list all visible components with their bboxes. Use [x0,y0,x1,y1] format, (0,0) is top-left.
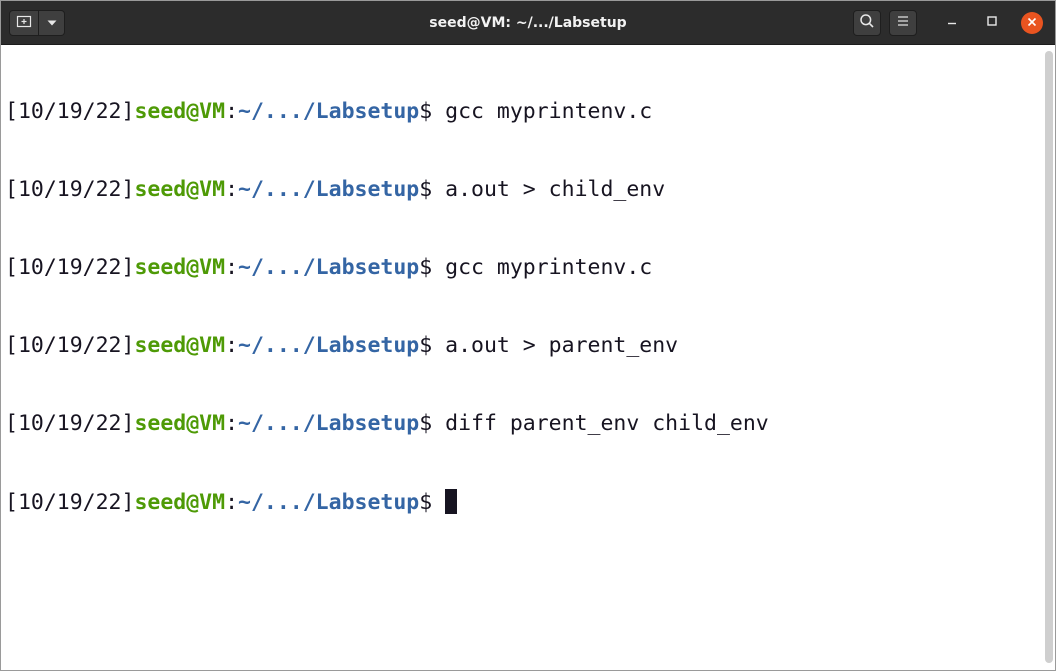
prompt-path: ~/.../Labsetup [238,99,420,124]
minimize-button[interactable] [939,10,965,36]
maximize-icon [986,14,998,32]
prompt-dollar: $ [419,255,433,280]
maximize-button[interactable] [979,10,1005,36]
prompt-date: [10/19/22] [5,490,135,515]
prompt-colon: : [225,177,239,202]
terminal-line: [10/19/22]seed@VM:~/.../Labsetup$ diff p… [5,411,1041,437]
prompt-dollar: $ [419,99,433,124]
scrollbar[interactable] [1041,45,1055,670]
prompt-user-host: seed@VM [134,490,226,515]
command-text: gcc myprintenv.c [432,255,653,280]
prompt-path: ~/.../Labsetup [238,411,420,436]
prompt-user-host: seed@VM [134,333,226,358]
prompt-colon: : [225,333,239,358]
command-text: diff parent_env child_env [432,411,769,436]
prompt-dollar: $ [419,411,433,436]
tab-controls [9,10,65,36]
menu-button[interactable] [889,10,917,36]
prompt-dollar: $ [419,490,433,515]
minimize-icon [946,14,958,32]
prompt-date: [10/19/22] [5,177,135,202]
text-cursor [445,489,458,514]
window-controls [853,10,1045,36]
prompt-dollar: $ [419,177,433,202]
prompt-user-host: seed@VM [134,255,226,280]
command-text: a.out > child_env [432,177,666,202]
prompt-user-host: seed@VM [134,177,226,202]
terminal-line: [10/19/22]seed@VM:~/.../Labsetup$ gcc my… [5,99,1041,125]
search-button[interactable] [853,10,881,36]
prompt-path: ~/.../Labsetup [238,177,420,202]
command-input[interactable] [432,490,445,515]
terminal-window: seed@VM: ~/.../Labsetup [10/19/22]seed@V… [0,0,1056,671]
chevron-down-icon [46,14,58,32]
title-bar[interactable]: seed@VM: ~/.../Labsetup [1,1,1055,45]
scrollbar-thumb[interactable] [1045,51,1053,663]
prompt-path: ~/.../Labsetup [238,255,420,280]
terminal-line: [10/19/22]seed@VM:~/.../Labsetup$ a.out … [5,333,1041,359]
prompt-date: [10/19/22] [5,255,135,280]
prompt-date: [10/19/22] [5,333,135,358]
close-button[interactable] [1019,10,1045,36]
search-icon [859,13,875,34]
new-tab-icon [16,14,32,33]
prompt-colon: : [225,99,239,124]
prompt-path: ~/.../Labsetup [238,333,420,358]
tab-menu-button[interactable] [39,10,65,36]
prompt-date: [10/19/22] [5,99,135,124]
hamburger-menu-icon [896,14,910,32]
terminal-line: [10/19/22]seed@VM:~/.../Labsetup$ a.out … [5,177,1041,203]
prompt-user-host: seed@VM [134,411,226,436]
prompt-dollar: $ [419,333,433,358]
prompt-colon: : [225,490,239,515]
new-tab-button[interactable] [9,10,39,36]
prompt-user-host: seed@VM [134,99,226,124]
terminal-output[interactable]: [10/19/22]seed@VM:~/.../Labsetup$ gcc my… [1,45,1041,670]
prompt-colon: : [225,255,239,280]
command-text: a.out > parent_env [432,333,679,358]
close-icon [1027,14,1037,32]
prompt-colon: : [225,411,239,436]
terminal-line-current: [10/19/22]seed@VM:~/.../Labsetup$ [5,489,1041,515]
prompt-path: ~/.../Labsetup [238,490,420,515]
close-button-circle [1021,12,1043,34]
prompt-date: [10/19/22] [5,411,135,436]
terminal-line: [10/19/22]seed@VM:~/.../Labsetup$ gcc my… [5,255,1041,281]
command-text: gcc myprintenv.c [432,99,653,124]
